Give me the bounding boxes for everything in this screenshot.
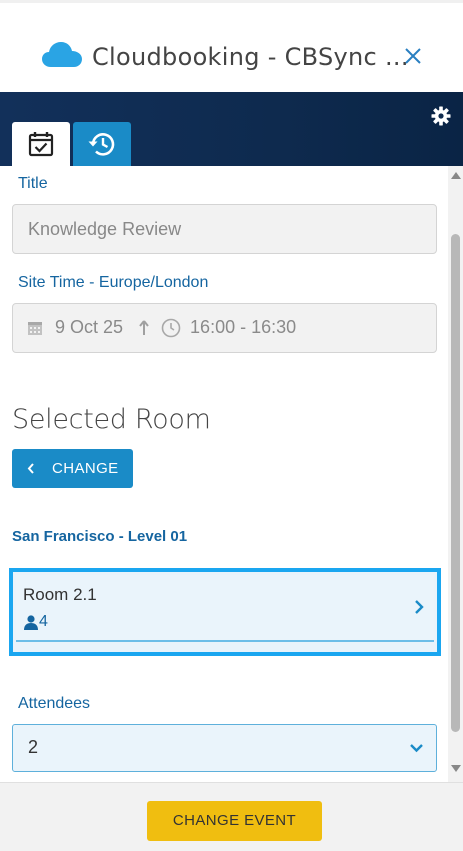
arrow-up-icon <box>139 319 149 335</box>
booking-form: Title Knowledge Review Site Time - Europ… <box>0 166 448 782</box>
attendees-select[interactable]: 2 <box>12 724 437 772</box>
title-value: Knowledge Review <box>28 219 182 239</box>
gear-icon[interactable] <box>431 106 451 126</box>
room-name: Room 2.1 <box>23 585 97 604</box>
chevron-left-icon <box>27 463 34 474</box>
scroll-down-arrow[interactable] <box>451 765 461 772</box>
attendees-label: Attendees <box>18 695 91 712</box>
date-value: 9 Oct 25 <box>55 317 124 337</box>
clock-icon <box>161 318 181 337</box>
change-room-button[interactable]: CHANGE <box>12 449 133 488</box>
time-value: 16:00 - 16:30 <box>190 317 297 337</box>
scrollbar-thumb[interactable] <box>451 234 460 732</box>
calendar-check-icon <box>28 132 54 157</box>
history-icon <box>88 133 115 156</box>
cloud-icon <box>42 42 82 67</box>
change-button-label: CHANGE <box>52 460 119 477</box>
calendar-icon <box>28 321 42 335</box>
room-capacity: 4 <box>24 613 48 631</box>
selected-room-heading: Selected Room <box>12 404 211 435</box>
footer: CHANGE EVENT <box>0 782 463 851</box>
tab-history[interactable] <box>73 122 131 166</box>
change-event-button[interactable]: CHANGE EVENT <box>147 801 322 841</box>
scroll-up-arrow[interactable] <box>451 172 461 179</box>
capacity-value: 4 <box>39 613 48 630</box>
close-icon[interactable] <box>402 45 424 67</box>
person-icon <box>24 614 38 630</box>
window-title: Cloudbooking - CBSync ... <box>92 43 409 71</box>
title-label: Title <box>18 175 48 192</box>
selected-room-card[interactable]: Room 2.1 4 <box>9 568 441 656</box>
scrollbar[interactable] <box>448 166 463 782</box>
title-field: Knowledge Review <box>12 204 437 254</box>
chevron-right-icon <box>415 600 424 614</box>
site-time-label: Site Time - Europe/London <box>18 274 209 291</box>
tab-calendar[interactable] <box>12 122 70 166</box>
chevron-down-icon <box>410 744 423 753</box>
header: Cloudbooking - CBSync ... <box>0 0 463 92</box>
floor-label: San Francisco - Level 01 <box>12 528 188 545</box>
site-time-field: 9 Oct 25 16:00 - 16:30 <box>12 303 437 353</box>
attendees-value: 2 <box>28 737 39 757</box>
